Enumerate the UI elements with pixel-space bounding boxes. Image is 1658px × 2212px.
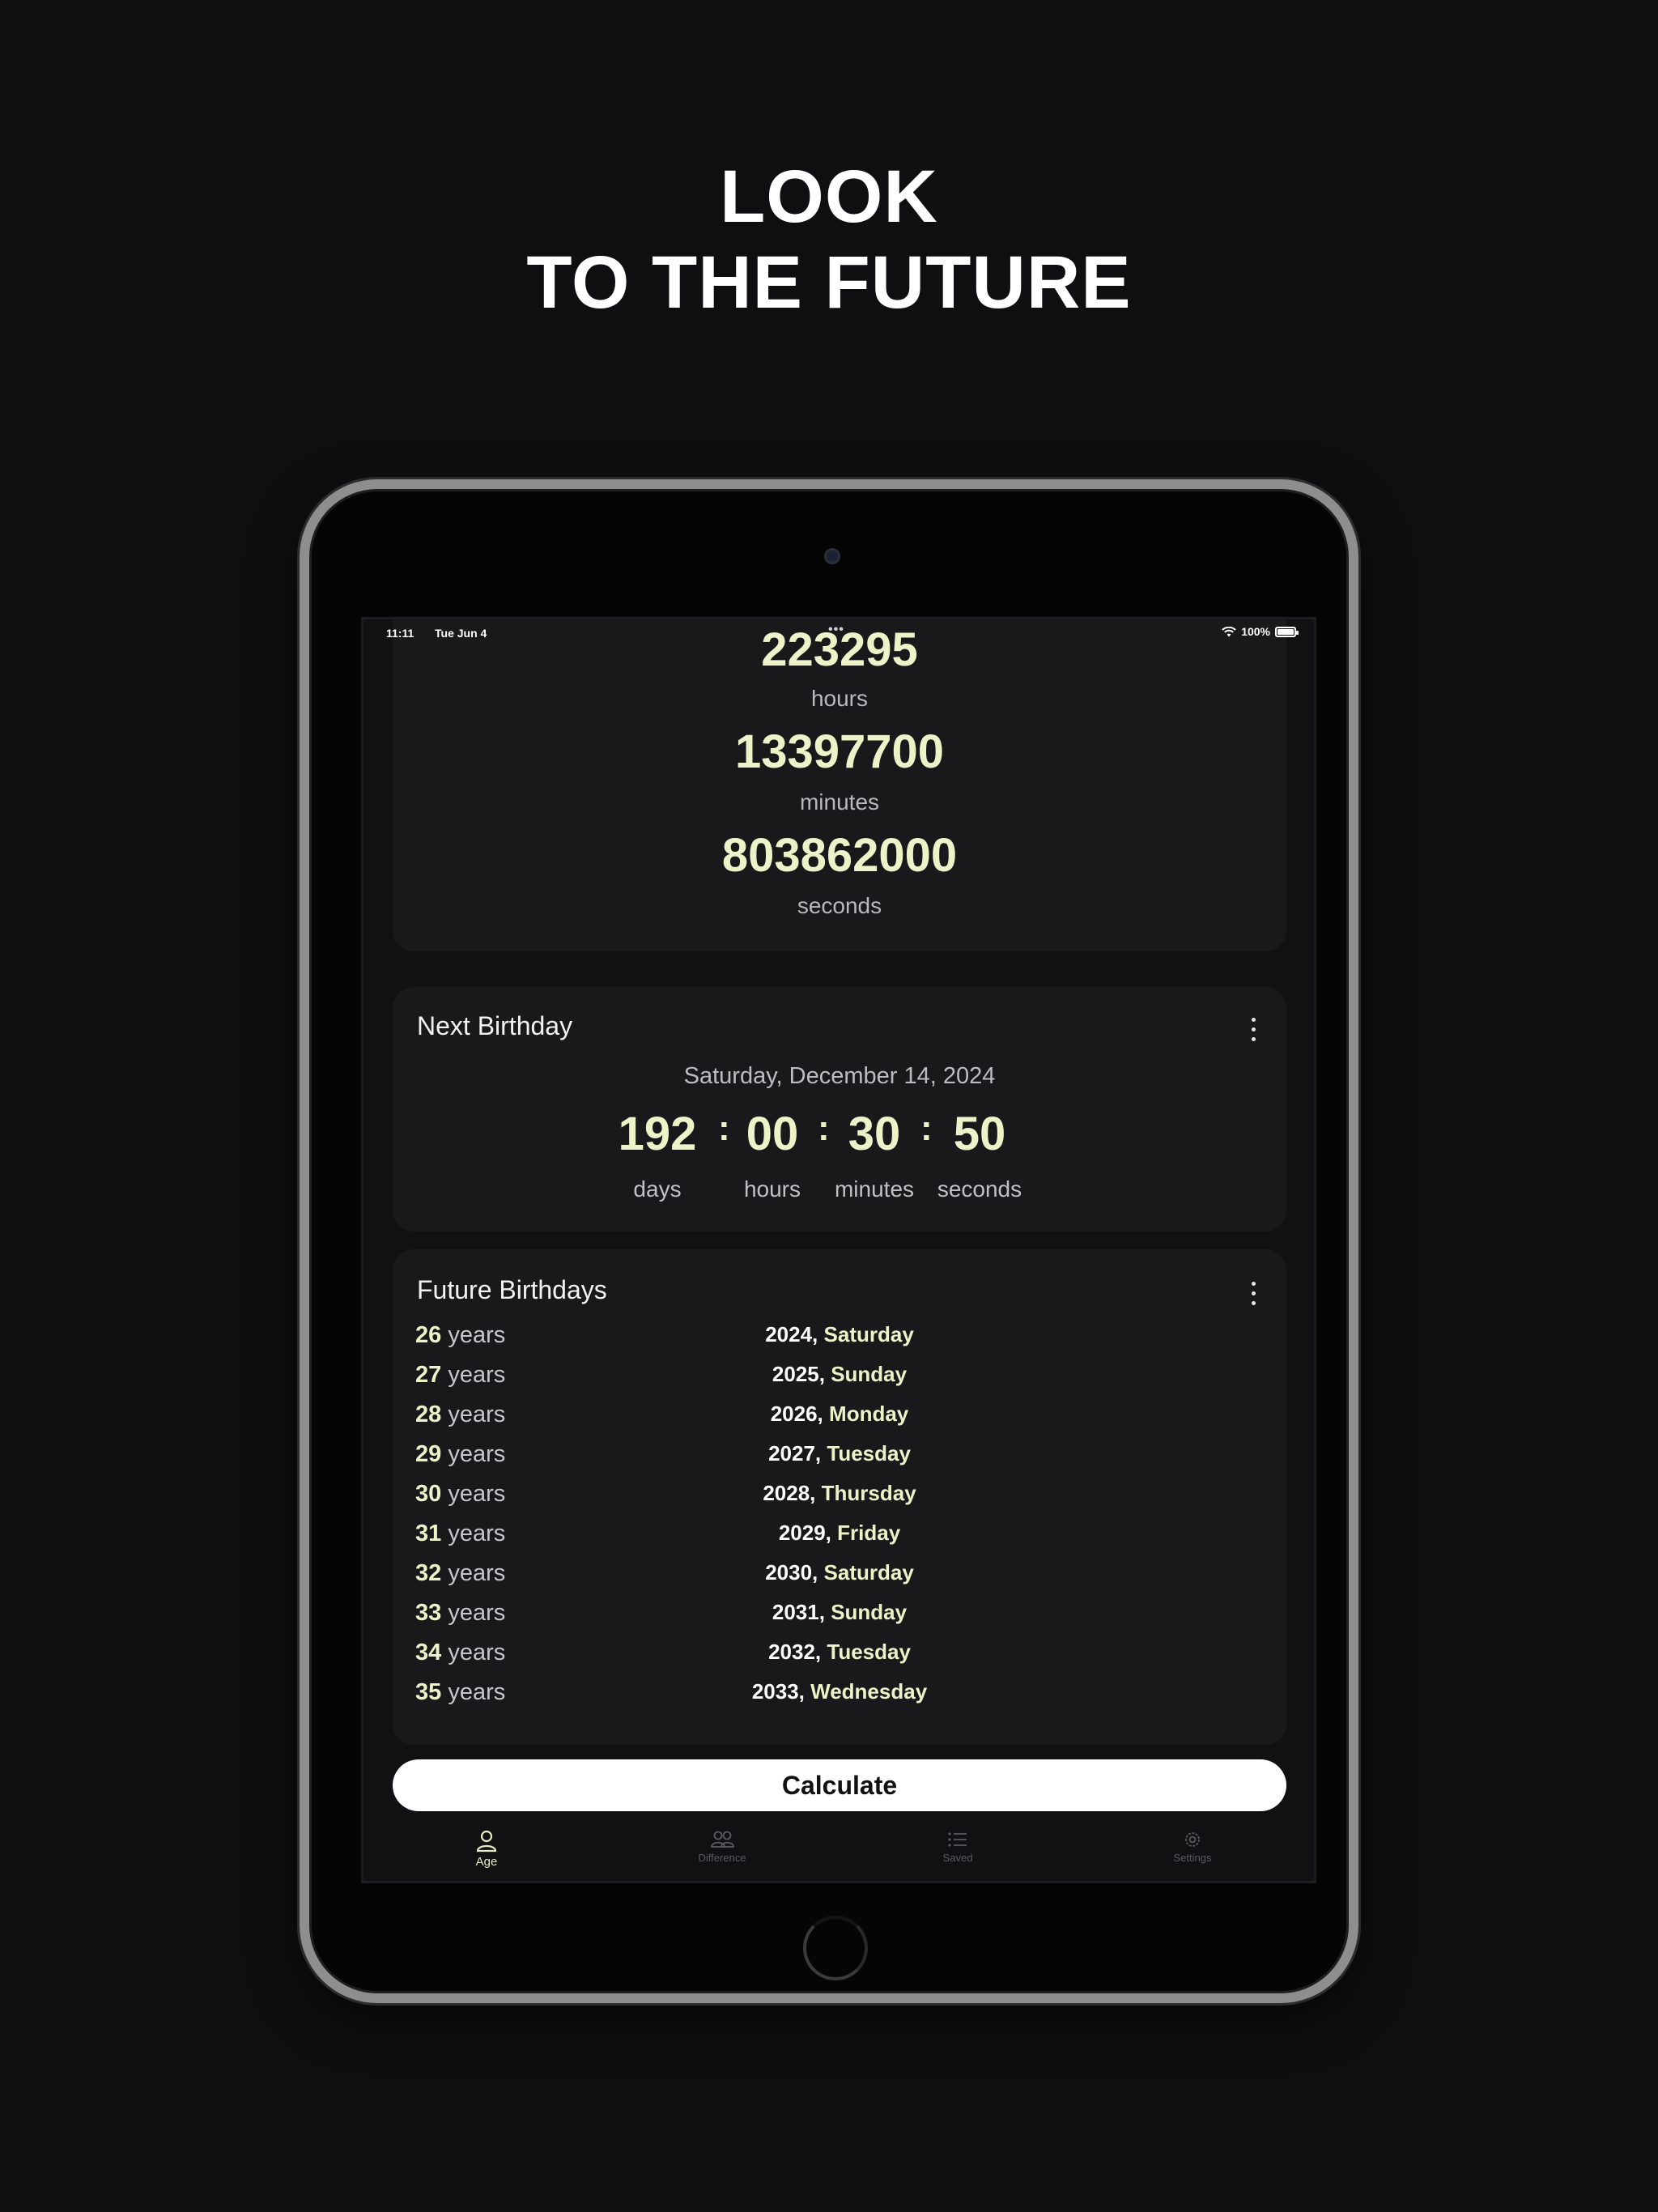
status-indicators: 100% — [1222, 625, 1299, 638]
app-screen: 223295 hours 13397700 minutes 803862000 … — [361, 617, 1316, 1883]
list-icon — [948, 1832, 967, 1847]
tab-saved-label: Saved — [942, 1852, 973, 1864]
list-item: 28 years 2026, Monday — [393, 1402, 1286, 1440]
tab-settings-label: Settings — [1173, 1852, 1212, 1864]
headline: LOOK TO THE FUTURE — [0, 154, 1658, 325]
calculate-button[interactable]: Calculate — [393, 1759, 1286, 1811]
birthday-weekday: 2031, Sunday — [772, 1600, 908, 1624]
home-button[interactable] — [803, 1916, 868, 1980]
countdown-minutes-label: minutes — [834, 1176, 915, 1202]
next-birthday-date: Saturday, December 14, 2024 — [683, 1063, 996, 1089]
future-birthdays-title: Future Birthdays — [417, 1275, 607, 1304]
tab-settings[interactable]: Settings — [1128, 1829, 1257, 1864]
birthday-weekday: 2033, Wednesday — [751, 1679, 928, 1704]
list-item: 30 years 2028, Thursday — [393, 1481, 1286, 1520]
countdown-separator: : — [920, 1108, 933, 1148]
tab-difference[interactable]: Difference — [657, 1829, 787, 1864]
tab-saved[interactable]: Saved — [893, 1829, 1022, 1864]
list-item: 33 years 2031, Sunday — [393, 1600, 1286, 1639]
countdown-hours-label: hours — [743, 1176, 801, 1202]
status-bar: 11:11 Tue Jun 4 ••• 100% — [363, 619, 1314, 645]
total-seconds-value: 803862000 — [721, 829, 958, 882]
gear-icon — [1185, 1832, 1200, 1847]
headline-line-2: TO THE FUTURE — [526, 241, 1132, 324]
total-hours-unit: hours — [810, 686, 869, 711]
next-birthday-more-icon[interactable] — [1249, 1018, 1257, 1045]
tab-age[interactable]: Age — [422, 1829, 551, 1869]
countdown-days-value: 192 — [618, 1108, 697, 1160]
birthday-weekday: 2030, Saturday — [765, 1560, 914, 1585]
wifi-icon — [1222, 626, 1236, 636]
age-totals-card: 223295 hours 13397700 minutes 803862000 … — [393, 619, 1286, 951]
birthday-weekday: 2027, Tuesday — [768, 1441, 911, 1465]
birthday-weekday: 2026, Monday — [770, 1402, 909, 1426]
person-icon — [476, 1830, 497, 1853]
countdown-hours-value: 00 — [746, 1108, 799, 1160]
countdown-seconds-value: 50 — [953, 1108, 1006, 1160]
countdown-minutes-value: 30 — [848, 1108, 901, 1160]
tab-bar: Age Difference Saved Settings — [363, 1824, 1314, 1881]
list-item: 27 years 2025, Sunday — [393, 1362, 1286, 1401]
status-time: 11:11 — [386, 627, 414, 640]
battery-icon — [1275, 626, 1299, 637]
birthday-weekday: 2028, Thursday — [763, 1481, 916, 1505]
future-birthdays-more-icon[interactable] — [1249, 1282, 1257, 1309]
birthday-weekday: 2029, Friday — [778, 1521, 901, 1545]
countdown-seconds-label: seconds — [937, 1176, 1022, 1202]
headline-line-1: LOOK — [720, 155, 938, 238]
ipad-frame: 223295 hours 13397700 minutes 803862000 … — [300, 479, 1358, 2003]
total-minutes-unit: minutes — [799, 789, 880, 815]
birthday-weekday: 2024, Saturday — [765, 1322, 914, 1346]
list-item: 34 years 2032, Tuesday — [393, 1640, 1286, 1678]
list-item: 35 years 2033, Wednesday — [393, 1679, 1286, 1718]
people-icon — [711, 1831, 734, 1848]
total-minutes-value: 13397700 — [734, 725, 945, 778]
tab-difference-label: Difference — [698, 1852, 746, 1864]
status-date: Tue Jun 4 — [435, 627, 487, 640]
birthday-weekday: 2025, Sunday — [772, 1362, 908, 1386]
tab-age-label: Age — [475, 1855, 498, 1869]
list-item: 31 years 2029, Friday — [393, 1521, 1286, 1559]
app-store-screenshot: LOOK TO THE FUTURE 223295 hours 13397700… — [0, 0, 1658, 2212]
total-seconds-unit: seconds — [797, 893, 882, 918]
future-birthdays-card: Future Birthdays 26 years 2024, Saturday… — [393, 1249, 1286, 1745]
battery-percent: 100% — [1241, 625, 1270, 638]
multitasking-dots-icon[interactable]: ••• — [828, 623, 844, 637]
next-birthday-title: Next Birthday — [417, 1011, 573, 1040]
list-item: 32 years 2030, Saturday — [393, 1560, 1286, 1599]
birthday-weekday: 2032, Tuesday — [768, 1640, 911, 1664]
countdown-days-label: days — [633, 1176, 682, 1202]
list-item: 26 years 2024, Saturday — [393, 1322, 1286, 1361]
next-birthday-card: Next Birthday Saturday, December 14, 202… — [393, 987, 1286, 1231]
camera-icon — [824, 548, 840, 564]
list-item: 29 years 2027, Tuesday — [393, 1441, 1286, 1480]
countdown-separator: : — [818, 1108, 830, 1148]
